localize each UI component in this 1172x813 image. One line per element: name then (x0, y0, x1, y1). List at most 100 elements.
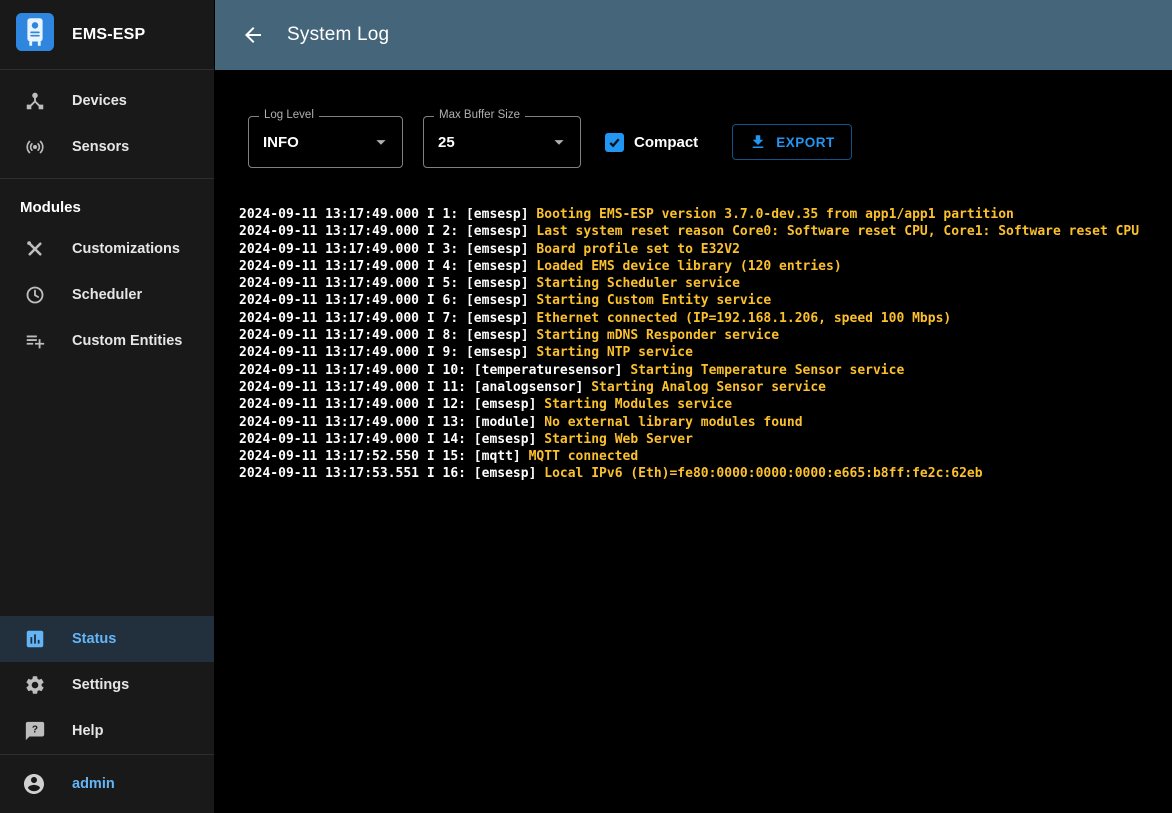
log-prefix: 2024-09-11 13:17:49.000 I 12: [emsesp] (239, 397, 544, 412)
playlist-add-icon (24, 330, 46, 352)
sensors-icon (24, 136, 46, 158)
log-prefix: 2024-09-11 13:17:49.000 I 7: [emsesp] (239, 311, 536, 326)
arrow-back-icon (241, 23, 265, 47)
log-line: 2024-09-11 13:17:49.000 I 4: [emsesp] Lo… (239, 258, 1148, 275)
max-buffer-label: Max Buffer Size (434, 109, 525, 121)
log-output: 2024-09-11 13:17:49.000 I 1: [emsesp] Bo… (239, 206, 1148, 483)
content: Log Level INFO Max Buffer Size 25 (215, 70, 1172, 813)
sidebar-item-label: Devices (72, 93, 127, 109)
log-prefix: 2024-09-11 13:17:49.000 I 4: [emsesp] (239, 259, 536, 274)
log-line: 2024-09-11 13:17:49.000 I 13: [module] N… (239, 414, 1148, 431)
log-prefix: 2024-09-11 13:17:49.000 I 13: [module] (239, 415, 544, 430)
nav-main: Devices Sensors (0, 70, 214, 170)
log-message: Starting Modules service (544, 397, 732, 412)
log-message: Starting Scheduler service (536, 276, 740, 291)
log-line: 2024-09-11 13:17:49.000 I 6: [emsesp] St… (239, 292, 1148, 309)
log-message: Local IPv6 (Eth)=fe80:0000:0000:0000:e66… (544, 466, 982, 481)
log-message: Last system reset reason Core0: Software… (536, 224, 1139, 239)
log-prefix: 2024-09-11 13:17:49.000 I 8: [emsesp] (239, 328, 536, 343)
log-level-label: Log Level (259, 109, 319, 121)
chevron-down-icon (370, 131, 392, 153)
max-buffer-select[interactable]: Max Buffer Size 25 (423, 116, 581, 168)
log-message: Starting Custom Entity service (536, 293, 771, 308)
log-message: Booting EMS-ESP version 3.7.0-dev.35 fro… (536, 207, 1013, 222)
sidebar-item-scheduler[interactable]: Scheduler (0, 272, 214, 318)
user-label: admin (72, 776, 115, 792)
sidebar-spacer (0, 364, 214, 616)
sidebar-item-devices[interactable]: Devices (0, 78, 214, 124)
log-prefix: 2024-09-11 13:17:53.551 I 16: [emsesp] (239, 466, 544, 481)
sidebar-item-customizations[interactable]: Customizations (0, 226, 214, 272)
download-icon (749, 133, 767, 151)
log-prefix: 2024-09-11 13:17:49.000 I 9: [emsesp] (239, 345, 536, 360)
log-line: 2024-09-11 13:17:49.000 I 11: [analogsen… (239, 379, 1148, 396)
log-line: 2024-09-11 13:17:49.000 I 14: [emsesp] S… (239, 431, 1148, 448)
log-message: MQTT connected (529, 449, 639, 464)
sidebar-item-label: Help (72, 723, 103, 739)
log-line: 2024-09-11 13:17:53.551 I 16: [emsesp] L… (239, 465, 1148, 482)
compact-checkbox[interactable]: Compact (605, 133, 698, 152)
log-line: 2024-09-11 13:17:49.000 I 12: [emsesp] S… (239, 396, 1148, 413)
log-message: Loaded EMS device library (120 entries) (536, 259, 841, 274)
log-prefix: 2024-09-11 13:17:49.000 I 3: [emsesp] (239, 242, 536, 257)
log-level-select[interactable]: Log Level INFO (248, 116, 403, 168)
log-line: 2024-09-11 13:17:52.550 I 15: [mqtt] MQT… (239, 448, 1148, 465)
page-title: System Log (287, 24, 389, 46)
main: System Log Log Level INFO Max Buffer Siz… (215, 0, 1172, 813)
log-prefix: 2024-09-11 13:17:49.000 I 14: [emsesp] (239, 432, 544, 447)
log-line: 2024-09-11 13:17:49.000 I 5: [emsesp] St… (239, 275, 1148, 292)
assessment-icon (24, 628, 46, 650)
max-buffer-value: 25 (438, 134, 455, 151)
log-prefix: 2024-09-11 13:17:49.000 I 2: [emsesp] (239, 224, 536, 239)
nav-modules: Customizations Scheduler Custom Entities (0, 226, 214, 364)
sidebar-item-label: Sensors (72, 139, 129, 155)
log-message: Starting Temperature Sensor service (630, 363, 904, 378)
svg-text:?: ? (32, 724, 38, 735)
sidebar: EMS-ESP Devices Se (0, 0, 215, 813)
compact-label: Compact (634, 134, 698, 151)
log-prefix: 2024-09-11 13:17:49.000 I 6: [emsesp] (239, 293, 536, 308)
nav-bottom: Status Settings ? Help (0, 616, 214, 754)
sidebar-item-status[interactable]: Status (0, 616, 214, 662)
help-icon: ? (24, 720, 46, 742)
device-hub-icon (24, 90, 46, 112)
log-prefix: 2024-09-11 13:17:52.550 I 15: [mqtt] (239, 449, 529, 464)
export-button[interactable]: EXPORT (732, 124, 852, 160)
sidebar-item-label: Scheduler (72, 287, 142, 303)
log-message: No external library modules found (544, 415, 802, 430)
checkbox-checked-icon (605, 133, 624, 152)
log-message: Starting mDNS Responder service (536, 328, 779, 343)
sidebar-item-sensors[interactable]: Sensors (0, 124, 214, 170)
sidebar-item-settings[interactable]: Settings (0, 662, 214, 708)
sidebar-item-admin[interactable]: admin (0, 755, 214, 813)
construction-icon (24, 238, 46, 260)
app-root: EMS-ESP Devices Se (0, 0, 1172, 813)
log-line: 2024-09-11 13:17:49.000 I 1: [emsesp] Bo… (239, 206, 1148, 223)
back-button[interactable] (241, 23, 265, 47)
sidebar-item-help[interactable]: ? Help (0, 708, 214, 754)
log-prefix: 2024-09-11 13:17:49.000 I 5: [emsesp] (239, 276, 536, 291)
export-label: EXPORT (776, 135, 835, 150)
log-message: Starting NTP service (536, 345, 693, 360)
sidebar-item-label: Customizations (72, 241, 180, 257)
log-controls: Log Level INFO Max Buffer Size 25 (248, 116, 1148, 168)
log-message: Starting Analog Sensor service (591, 380, 826, 395)
account-circle-icon (22, 772, 46, 796)
log-line: 2024-09-11 13:17:49.000 I 9: [emsesp] St… (239, 344, 1148, 361)
log-message: Ethernet connected (IP=192.168.1.206, sp… (536, 311, 951, 326)
sidebar-item-custom-entities[interactable]: Custom Entities (0, 318, 214, 364)
log-prefix: 2024-09-11 13:17:49.000 I 1: [emsesp] (239, 207, 536, 222)
app-logo-row: EMS-ESP (0, 0, 214, 70)
gear-icon (24, 674, 46, 696)
schedule-icon (24, 284, 46, 306)
log-line: 2024-09-11 13:17:49.000 I 2: [emsesp] La… (239, 223, 1148, 240)
log-line: 2024-09-11 13:17:49.000 I 7: [emsesp] Et… (239, 310, 1148, 327)
log-line: 2024-09-11 13:17:49.000 I 8: [emsesp] St… (239, 327, 1148, 344)
log-prefix: 2024-09-11 13:17:49.000 I 10: [temperatu… (239, 363, 630, 378)
log-level-value: INFO (263, 134, 299, 151)
log-message: Starting Web Server (544, 432, 693, 447)
sidebar-item-label: Status (72, 631, 116, 647)
log-prefix: 2024-09-11 13:17:49.000 I 11: [analogsen… (239, 380, 591, 395)
log-line: 2024-09-11 13:17:49.000 I 3: [emsesp] Bo… (239, 241, 1148, 258)
log-message: Board profile set to E32V2 (536, 242, 740, 257)
